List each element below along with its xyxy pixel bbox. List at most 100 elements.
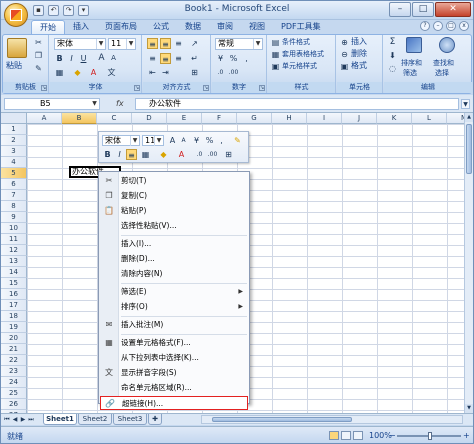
underline-button[interactable]: U [78,53,89,64]
close-button[interactable]: ✕ [435,2,471,17]
mini-decrease-decimal-icon[interactable]: .00 [207,149,218,160]
decrease-indent-icon[interactable]: ⇤ [147,67,158,78]
zoom-out-icon[interactable]: − [389,431,396,440]
row-header-13[interactable]: 13 [1,256,27,267]
paste-button[interactable]: 粘贴 [5,60,23,72]
menu-item-9[interactable]: 排序(O) ▶ [100,300,248,314]
row-header-7[interactable]: 7 [1,190,27,201]
insert-function-button[interactable]: fx [116,98,131,110]
column-header-k[interactable]: K [377,113,412,124]
menu-item-15[interactable]: 🔗 超链接(H)... [100,396,248,410]
mini-grow-font-icon[interactable]: A [167,135,178,146]
tab-review[interactable]: 审阅 [209,20,241,34]
mini-fill-color-icon[interactable]: ◆ [158,149,169,160]
menu-item-4[interactable]: 选择性粘贴(V)... [100,219,248,233]
clear-icon[interactable]: ◌ [387,63,398,74]
formula-input[interactable]: 办公软件 [135,98,459,110]
row-header-12[interactable]: 12 [1,245,27,256]
row-header-18[interactable]: 18 [1,311,27,322]
mini-font-combo[interactable]: 宋体 ▼ [102,135,140,146]
sheet-tab-sheet3[interactable]: Sheet3 [113,414,147,425]
select-all-corner[interactable] [1,113,27,124]
expand-formula-icon[interactable]: ▼ [461,99,470,109]
tab-pdf-tools[interactable]: PDF工具集 [273,20,329,34]
border-icon[interactable]: ▦ [54,67,65,78]
row-header-24[interactable]: 24 [1,377,27,388]
percent-button[interactable]: % [228,53,239,64]
menu-item-1[interactable]: ✂ 剪切(T) [100,174,248,188]
row-header-26[interactable]: 26 [1,399,27,410]
increase-indent-icon[interactable]: ⇥ [160,67,171,78]
align-left-icon[interactable]: ≡ [147,53,158,64]
increase-decimal-icon[interactable]: .0 [215,67,226,78]
find-select-icon[interactable] [439,37,455,53]
cut-icon[interactable]: ✂ [33,37,44,48]
alignment-launcher-icon[interactable]: ↘ [203,85,209,91]
vertical-scrollbar[interactable]: ▲ ▼ [464,113,473,413]
row-header-17[interactable]: 17 [1,300,27,311]
menu-item-13[interactable]: 文显示拼音字段(S) [100,366,248,380]
mini-font-color-icon[interactable]: A [176,149,187,160]
row-header-15[interactable]: 15 [1,278,27,289]
menu-item-14[interactable]: 命名单元格区域(R)... [100,381,248,395]
conditional-format-button[interactable]: 条件格式 [281,36,311,48]
row-header-16[interactable]: 16 [1,289,27,300]
tab-data[interactable]: 数据 [177,20,209,34]
copy-icon[interactable]: ❐ [33,50,44,61]
ribbon-restore-icon[interactable]: □ [446,21,456,31]
menu-item-7[interactable]: 清除内容(N) [100,267,248,281]
column-header-b[interactable]: B [62,113,97,124]
office-button[interactable] [4,3,28,27]
ribbon-close-icon[interactable]: x [459,21,469,31]
insert-cells-button[interactable]: 插入 [350,36,368,48]
number-launcher-icon[interactable]: ↘ [259,85,265,91]
mini-shrink-font-icon[interactable]: A [178,135,189,146]
tab-page-layout[interactable]: 页面布局 [97,20,145,34]
format-painter-icon[interactable]: ✎ [33,63,44,74]
find-select-label-2[interactable]: 选择 [434,67,450,79]
tab-formulas[interactable]: 公式 [145,20,177,34]
row-header-21[interactable]: 21 [1,344,27,355]
cell-styles-button[interactable]: 单元格样式 [281,60,318,72]
sort-filter-label-2[interactable]: 筛选 [402,67,418,79]
row-header-2[interactable]: 2 [1,135,27,146]
name-box[interactable]: B5 ▼ [4,98,100,110]
menu-item-10[interactable]: ✉ 插入批注(M) [100,318,248,332]
mini-comma-icon[interactable]: , [216,135,227,146]
vertical-scroll-thumb[interactable] [466,124,472,174]
zoom-in-icon[interactable]: + [463,431,470,440]
row-header-3[interactable]: 3 [1,146,27,157]
font-launcher-icon[interactable]: ↘ [134,85,140,91]
page-layout-view-icon[interactable] [341,431,351,440]
column-header-f[interactable]: F [202,113,237,124]
row-header-22[interactable]: 22 [1,355,27,366]
mini-border-icon[interactable]: ▦ [140,149,151,160]
tab-insert[interactable]: 插入 [65,20,97,34]
font-size-combo[interactable]: 11 ▼ [108,38,136,50]
first-sheet-icon[interactable]: ⏮ [3,415,11,424]
menu-item-2[interactable]: ❐ 复制(C) [100,189,248,203]
row-header-25[interactable]: 25 [1,388,27,399]
minimize-button[interactable]: – [389,2,411,17]
menu-item-8[interactable]: 筛选(E) ▶ [100,285,248,299]
column-header-j[interactable]: J [342,113,377,124]
column-header-g[interactable]: G [237,113,272,124]
format-button[interactable]: 格式 [350,60,368,72]
align-center-icon[interactable]: ≡ [160,53,171,64]
row-header-20[interactable]: 20 [1,333,27,344]
italic-button[interactable]: I [66,53,77,64]
help-icon[interactable]: ? [420,21,430,31]
row-header-5[interactable]: 5 [1,168,27,179]
sheet-tab-sheet1[interactable]: Sheet1 [43,414,77,425]
menu-item-12[interactable]: 从下拉列表中选择(K)... [100,351,248,365]
normal-view-icon[interactable] [329,431,339,440]
row-header-23[interactable]: 23 [1,366,27,377]
sort-filter-icon[interactable] [406,37,422,53]
shrink-font-button[interactable]: A [108,53,119,64]
clipboard-launcher-icon[interactable]: ↘ [41,85,47,91]
column-header-i[interactable]: I [307,113,342,124]
wrap-text-icon[interactable]: ↵ [189,53,200,64]
mini-size-combo[interactable]: 11 ▼ [142,135,164,146]
column-header-e[interactable]: E [167,113,202,124]
bold-button[interactable]: B [54,53,65,64]
